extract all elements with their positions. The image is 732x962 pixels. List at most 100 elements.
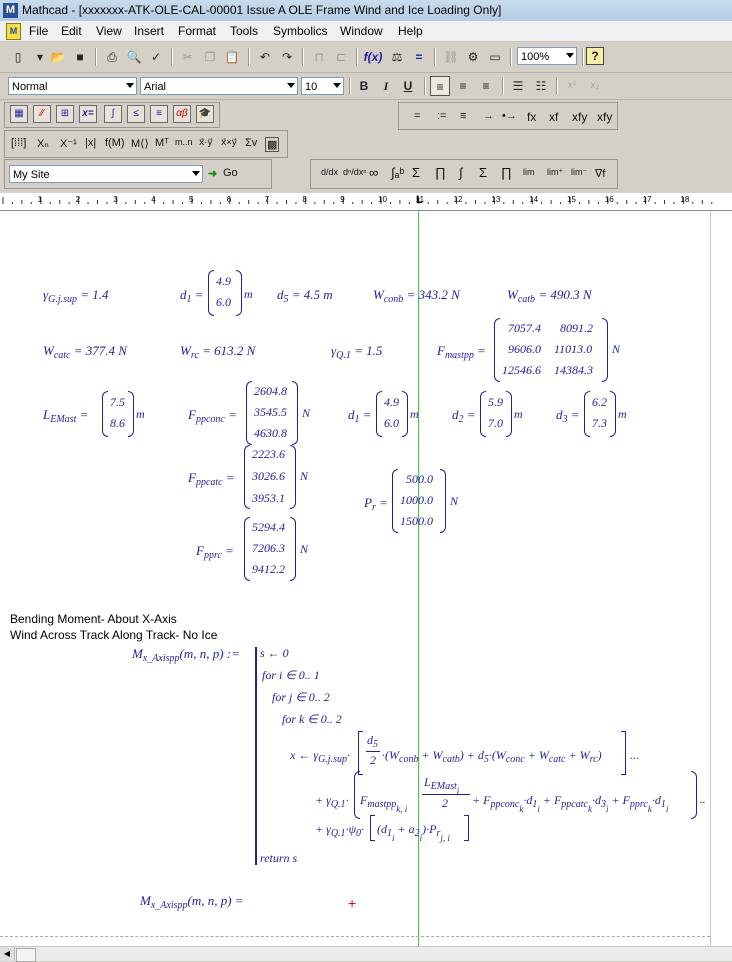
programming-palette-icon[interactable]: ≡ — [150, 105, 168, 123]
gamma-g-def[interactable]: γG.j.sup = 1.4 — [43, 287, 109, 305]
matrix-subscript-icon[interactable]: Xₙ — [37, 137, 49, 150]
left-limit-icon[interactable]: lim⁻ — [571, 167, 587, 178]
f-ppconc-matrix[interactable]: 2604.8 3545.5 4630.8 N — [246, 381, 316, 445]
undo-icon[interactable]: ↶ — [255, 47, 275, 67]
spell-check-icon[interactable]: ✓ — [146, 47, 166, 67]
align-center-icon[interactable]: ≡ — [453, 76, 473, 96]
f-mastpp-label[interactable]: Fmastpp = — [437, 343, 486, 361]
subscript-icon[interactable]: x₂ — [585, 76, 605, 96]
d1-matrix[interactable]: 4.9 6.0 m — [208, 270, 253, 316]
new-document-icon[interactable]: ▯ — [8, 47, 28, 67]
range-product-icon[interactable]: ∏ — [501, 165, 512, 180]
menu-window[interactable]: Window — [340, 24, 383, 38]
f-pprc-matrix[interactable]: 5294.4 7206.3 9412.2 N — [244, 517, 314, 581]
italic-button[interactable]: I — [376, 76, 396, 96]
print-preview-icon[interactable]: 🔍 — [124, 47, 144, 67]
print-icon[interactable]: ⎙ — [102, 47, 122, 67]
graph-palette-icon[interactable]: ⁄⁄ — [33, 105, 51, 123]
expr-line2-rest[interactable]: + Fppconck·d1i + Fppcatck·d3i + Fpprck·d… — [472, 793, 668, 814]
menu-help[interactable]: Help — [398, 24, 423, 38]
font-select[interactable]: Arial — [140, 77, 298, 95]
f-ppconc-label[interactable]: Fppconc = — [188, 407, 237, 425]
w-catb-def[interactable]: Wcatb = 490.3 N — [507, 287, 592, 305]
section-heading[interactable]: Bending Moment- About X-Axis — [10, 612, 177, 626]
eval-define[interactable]: := — [437, 110, 446, 122]
w-conb-def[interactable]: Wconb = 343.2 N — [373, 287, 460, 305]
expr-line1-start[interactable]: x ← γG.j.sup· — [290, 748, 350, 765]
p-r-matrix[interactable]: 500.0 1000.0 1500.0 N — [392, 469, 462, 533]
insert-unit-icon[interactable]: ⚖ — [387, 47, 407, 67]
align-left-icon[interactable]: ≡ — [430, 76, 450, 96]
summation-icon[interactable]: Σ — [412, 165, 420, 180]
range-variable-icon[interactable]: m..n — [175, 137, 193, 147]
numbering-icon[interactable]: ☷ — [531, 76, 551, 96]
d3-label[interactable]: d3 = — [556, 407, 580, 425]
new-dropdown-icon[interactable]: ▾ — [30, 47, 50, 67]
document-icon[interactable]: M — [6, 23, 21, 40]
worksheet[interactable]: γG.j.sup = 1.4 d1 = 4.9 6.0 m d5 = 4.5 m… — [0, 211, 732, 946]
indefinite-integral-icon[interactable]: ∫ — [459, 165, 463, 180]
d1-label[interactable]: d1 = — [180, 287, 204, 305]
p-r-label[interactable]: Pr = — [364, 495, 388, 513]
d3-matrix[interactable]: 6.2 7.3 m — [584, 391, 632, 437]
expr-line2-f[interactable]: Fmastppk, i — [360, 793, 407, 814]
menu-symbolics[interactable]: Symbolics — [273, 24, 328, 38]
menu-tools[interactable]: Tools — [230, 24, 258, 38]
insert-hyperlink-icon[interactable]: ⛓ — [441, 47, 461, 67]
cut-icon[interactable]: ✂ — [178, 47, 198, 67]
calculator-palette-icon[interactable]: ▦ — [10, 105, 28, 123]
limit-icon[interactable]: lim — [523, 167, 535, 177]
underline-button[interactable]: U — [398, 76, 418, 96]
range-sum-icon[interactable]: Σ — [479, 165, 487, 180]
font-size-select[interactable]: 10 — [301, 77, 344, 95]
eval-treefix[interactable]: xfy — [597, 110, 612, 124]
zoom-select[interactable]: 100% — [517, 47, 577, 65]
d2-label[interactable]: d2 = — [452, 407, 476, 425]
product-icon[interactable]: ∏ — [435, 165, 446, 180]
f-pprc-label[interactable]: Fpprc = — [196, 543, 234, 561]
menu-file[interactable]: File — [29, 24, 48, 38]
nth-derivative-icon[interactable]: dⁿ/dxⁿ — [343, 167, 367, 177]
align-across-icon[interactable]: ⊓ — [309, 47, 329, 67]
eval-global-define[interactable]: ≡ — [460, 110, 466, 122]
section-subheading[interactable]: Wind Across Track Along Track- No Ice — [10, 628, 217, 642]
site-select[interactable]: My Site — [9, 165, 203, 183]
d2-matrix[interactable]: 5.9 7.0 m — [480, 391, 528, 437]
w-rc-def[interactable]: Wrc = 613.2 N — [180, 343, 255, 361]
cross-product-icon[interactable]: x⃗×y⃗ — [221, 137, 237, 148]
program-for-k[interactable]: for k ∈ 0.. 2 — [282, 712, 342, 727]
boolean-palette-icon[interactable]: ≤ — [127, 105, 145, 123]
menu-edit[interactable]: Edit — [61, 24, 82, 38]
menu-view[interactable]: View — [96, 24, 122, 38]
gamma-q-def[interactable]: γQ.1 = 1.5 — [331, 343, 382, 361]
program-for-i[interactable]: for i ∈ 0.. 1 — [262, 668, 320, 683]
bullets-icon[interactable]: ☰ — [508, 76, 528, 96]
save-icon[interactable]: ■ — [70, 47, 90, 67]
align-right-icon[interactable]: ≡ — [476, 76, 496, 96]
derivative-icon[interactable]: d/dx — [321, 167, 338, 177]
help-icon[interactable]: ? — [586, 47, 604, 65]
ruler[interactable]: 1 2 3 4 5 6 7 8 9 10 11 12 13 14 15 16 17 18 L — [0, 193, 732, 211]
program-for-j[interactable]: for j ∈ 0.. 2 — [272, 690, 330, 705]
right-limit-icon[interactable]: lim⁺ — [547, 167, 563, 178]
l-emast-label[interactable]: LEMast = — [43, 407, 88, 425]
vector-sum-icon[interactable]: Σv — [245, 137, 257, 149]
paste-icon[interactable]: 📋 — [222, 47, 242, 67]
w-catc-def[interactable]: Wcatc = 377.4 N — [43, 343, 127, 361]
tab-stop-marker[interactable]: L — [416, 194, 423, 206]
style-select[interactable]: Normal — [8, 77, 137, 95]
redo-icon[interactable]: ↷ — [277, 47, 297, 67]
gradient-icon[interactable]: ∇f — [595, 167, 605, 180]
menu-insert[interactable]: Insert — [134, 24, 164, 38]
definite-integral-icon[interactable]: ∫ₐᵇ — [391, 165, 404, 180]
go-button[interactable]: Go — [223, 167, 238, 179]
matrix-palette-icon[interactable]: ⊞ — [56, 105, 74, 123]
component-wizard-icon[interactable]: ⚙ — [463, 47, 483, 67]
evaluation-palette-icon[interactable]: x= — [79, 105, 97, 123]
program-lhs[interactable]: Mx_Axispp(m, n, p) := — [132, 646, 240, 664]
d1-second-label[interactable]: d1 = — [348, 407, 372, 425]
l-emast-matrix[interactable]: 7.5 8.6 m — [102, 391, 150, 437]
eval-symbolic[interactable]: → — [483, 110, 494, 122]
expr-line3[interactable]: + γQ.1·ψ0· — [315, 822, 364, 839]
picture-icon[interactable]: ▩ — [265, 137, 280, 152]
